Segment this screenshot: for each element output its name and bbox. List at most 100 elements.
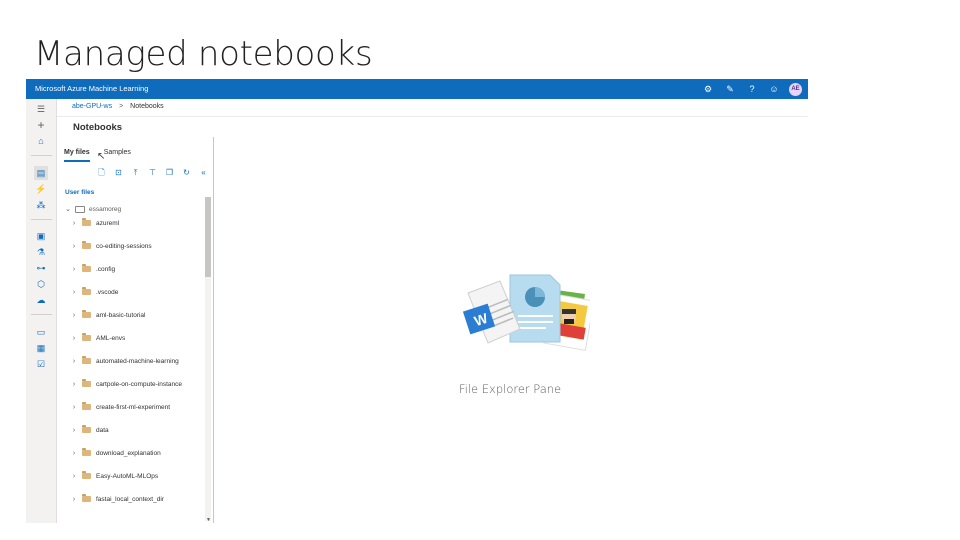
folder-row[interactable]: › AML-envs: [71, 332, 125, 344]
copy-icon[interactable]: ❐: [164, 167, 175, 178]
refresh-icon[interactable]: ↻: [181, 167, 192, 178]
add-icon[interactable]: +: [34, 118, 48, 132]
help-icon[interactable]: ?: [745, 82, 759, 96]
designer-icon[interactable]: ⁂: [34, 198, 48, 212]
folder-label: data: [96, 426, 109, 434]
folder-row[interactable]: › automated-machine-learning: [71, 355, 179, 367]
folder-icon: [82, 448, 91, 456]
chevron-right-icon[interactable]: ›: [71, 427, 77, 434]
folder-label: .config: [96, 265, 116, 273]
folder-row[interactable]: › Easy-AutoML-MLOps: [71, 470, 158, 482]
experiments-icon[interactable]: ⚗: [34, 245, 48, 259]
hamburger-icon[interactable]: ☰: [34, 102, 48, 116]
folder-icon: [82, 264, 91, 272]
empty-state-label: File Explorer Pane: [458, 382, 562, 396]
datasets-icon[interactable]: ▣: [34, 229, 48, 243]
collapse-pane-icon[interactable]: «: [198, 167, 209, 178]
breadcrumb-separator: >: [119, 103, 124, 110]
folder-row[interactable]: › co-editing-sessions: [71, 240, 152, 252]
folder-row[interactable]: › download_explanation: [71, 447, 161, 459]
folder-icon: [82, 425, 91, 433]
folder-icon: [82, 218, 91, 226]
section-label: User files: [65, 189, 95, 196]
datastores-icon[interactable]: ▦: [34, 341, 48, 355]
chevron-right-icon[interactable]: ›: [71, 220, 77, 227]
home-icon[interactable]: ⌂: [34, 134, 48, 148]
new-folder-icon[interactable]: ⊡: [113, 167, 124, 178]
notebook-icon[interactable]: ▤: [34, 166, 48, 180]
folder-row[interactable]: › azureml: [71, 217, 119, 229]
breadcrumb: abe-GPU-ws > Notebooks: [72, 103, 164, 110]
file-pane-scrollbar[interactable]: [205, 197, 211, 521]
scroll-down-icon[interactable]: ▼: [206, 517, 211, 523]
top-bar: Microsoft Azure Machine Learning ⚙ ✎ ? ☺…: [26, 79, 808, 99]
tab-my-files[interactable]: My files: [64, 149, 90, 162]
terminal-icon[interactable]: ⊤: [147, 167, 158, 178]
slide-title: Managed notebooks: [34, 34, 373, 74]
settings-icon[interactable]: ⚙: [701, 82, 715, 96]
folder-icon: [82, 356, 91, 364]
chevron-right-icon[interactable]: ›: [71, 358, 77, 365]
chevron-down-icon[interactable]: ⌄: [65, 205, 71, 213]
folder-row[interactable]: › cartpole-on-compute-instance: [71, 378, 182, 390]
folder-row[interactable]: › create-first-ml-experiment: [71, 401, 170, 413]
chevron-right-icon[interactable]: ›: [71, 473, 77, 480]
chevron-right-icon[interactable]: ›: [71, 450, 77, 457]
smiley-icon[interactable]: ☺: [767, 82, 781, 96]
folder-row[interactable]: › fastai_local_context_dir: [71, 493, 164, 505]
chevron-right-icon[interactable]: ›: [71, 266, 77, 273]
file-toolbar: 🗋 ⊡ ⤒ ⊤ ❐ ↻ «: [96, 167, 209, 178]
chevron-right-icon[interactable]: ›: [71, 496, 77, 503]
breadcrumb-workspace[interactable]: abe-GPU-ws: [72, 103, 112, 110]
folder-row[interactable]: › aml-basic-tutorial: [71, 309, 146, 321]
scrollbar-thumb[interactable]: [205, 197, 211, 277]
labeling-icon[interactable]: ☑: [34, 357, 48, 371]
page-title: Notebooks: [73, 122, 123, 133]
folder-label: download_explanation: [96, 449, 161, 457]
folder-label: fastai_local_context_dir: [96, 495, 164, 503]
left-nav-rail: ☰ + ⌂ ▤ ⚡ ⁂ ▣ ⚗ ⊶ ⬡ ☁ ▭ ▦ ☑: [26, 99, 57, 523]
folder-label: AML-envs: [96, 334, 126, 342]
folder-row[interactable]: › .vscode: [71, 286, 118, 298]
chevron-right-icon[interactable]: ›: [71, 312, 77, 319]
mouse-cursor-icon: ↖: [97, 151, 106, 162]
app-title[interactable]: Microsoft Azure Machine Learning: [35, 84, 148, 93]
avatar[interactable]: AE: [789, 82, 802, 96]
folder-open-icon: [75, 205, 85, 213]
folder-label: azureml: [96, 219, 120, 227]
folder-row[interactable]: › .config: [71, 263, 115, 275]
top-bar-icons: ⚙ ✎ ? ☺ AE: [701, 82, 802, 96]
feedback-icon[interactable]: ✎: [723, 82, 737, 96]
chevron-right-icon[interactable]: ›: [71, 289, 77, 296]
azure-ml-screenshot: Microsoft Azure Machine Learning ⚙ ✎ ? ☺…: [26, 79, 808, 523]
folder-label: cartpole-on-compute-instance: [96, 380, 182, 388]
endpoints-icon[interactable]: ☁: [34, 293, 48, 307]
folder-icon: [82, 379, 91, 387]
tab-samples[interactable]: Samples: [104, 149, 131, 162]
folder-icon: [82, 471, 91, 479]
rail-divider: [31, 155, 52, 156]
chevron-right-icon[interactable]: ›: [71, 381, 77, 388]
rail-divider: [31, 314, 52, 315]
folder-row[interactable]: › data: [71, 424, 109, 436]
folder-icon: [82, 241, 91, 249]
folder-label: aml-basic-tutorial: [96, 311, 146, 319]
file-explorer-illustration: W: [462, 274, 590, 351]
models-icon[interactable]: ⬡: [34, 277, 48, 291]
compute-icon[interactable]: ▭: [34, 325, 48, 339]
folder-label: .vscode: [96, 288, 119, 296]
upload-icon[interactable]: ⤒: [130, 167, 141, 178]
chevron-right-icon[interactable]: ›: [71, 335, 77, 342]
new-file-icon[interactable]: 🗋: [96, 167, 107, 178]
folder-label: co-editing-sessions: [96, 242, 152, 250]
chevron-right-icon[interactable]: ›: [71, 243, 77, 250]
breadcrumb-divider: [57, 116, 808, 117]
pipelines-icon[interactable]: ⊶: [34, 261, 48, 275]
folder-label: Easy-AutoML-MLOps: [96, 472, 159, 480]
rail-divider: [31, 219, 52, 220]
automl-icon[interactable]: ⚡: [34, 182, 48, 196]
root-folder-row[interactable]: ⌄ essamoreg: [65, 205, 121, 213]
folder-icon: [82, 402, 91, 410]
folder-icon: [82, 333, 91, 341]
chevron-right-icon[interactable]: ›: [71, 404, 77, 411]
